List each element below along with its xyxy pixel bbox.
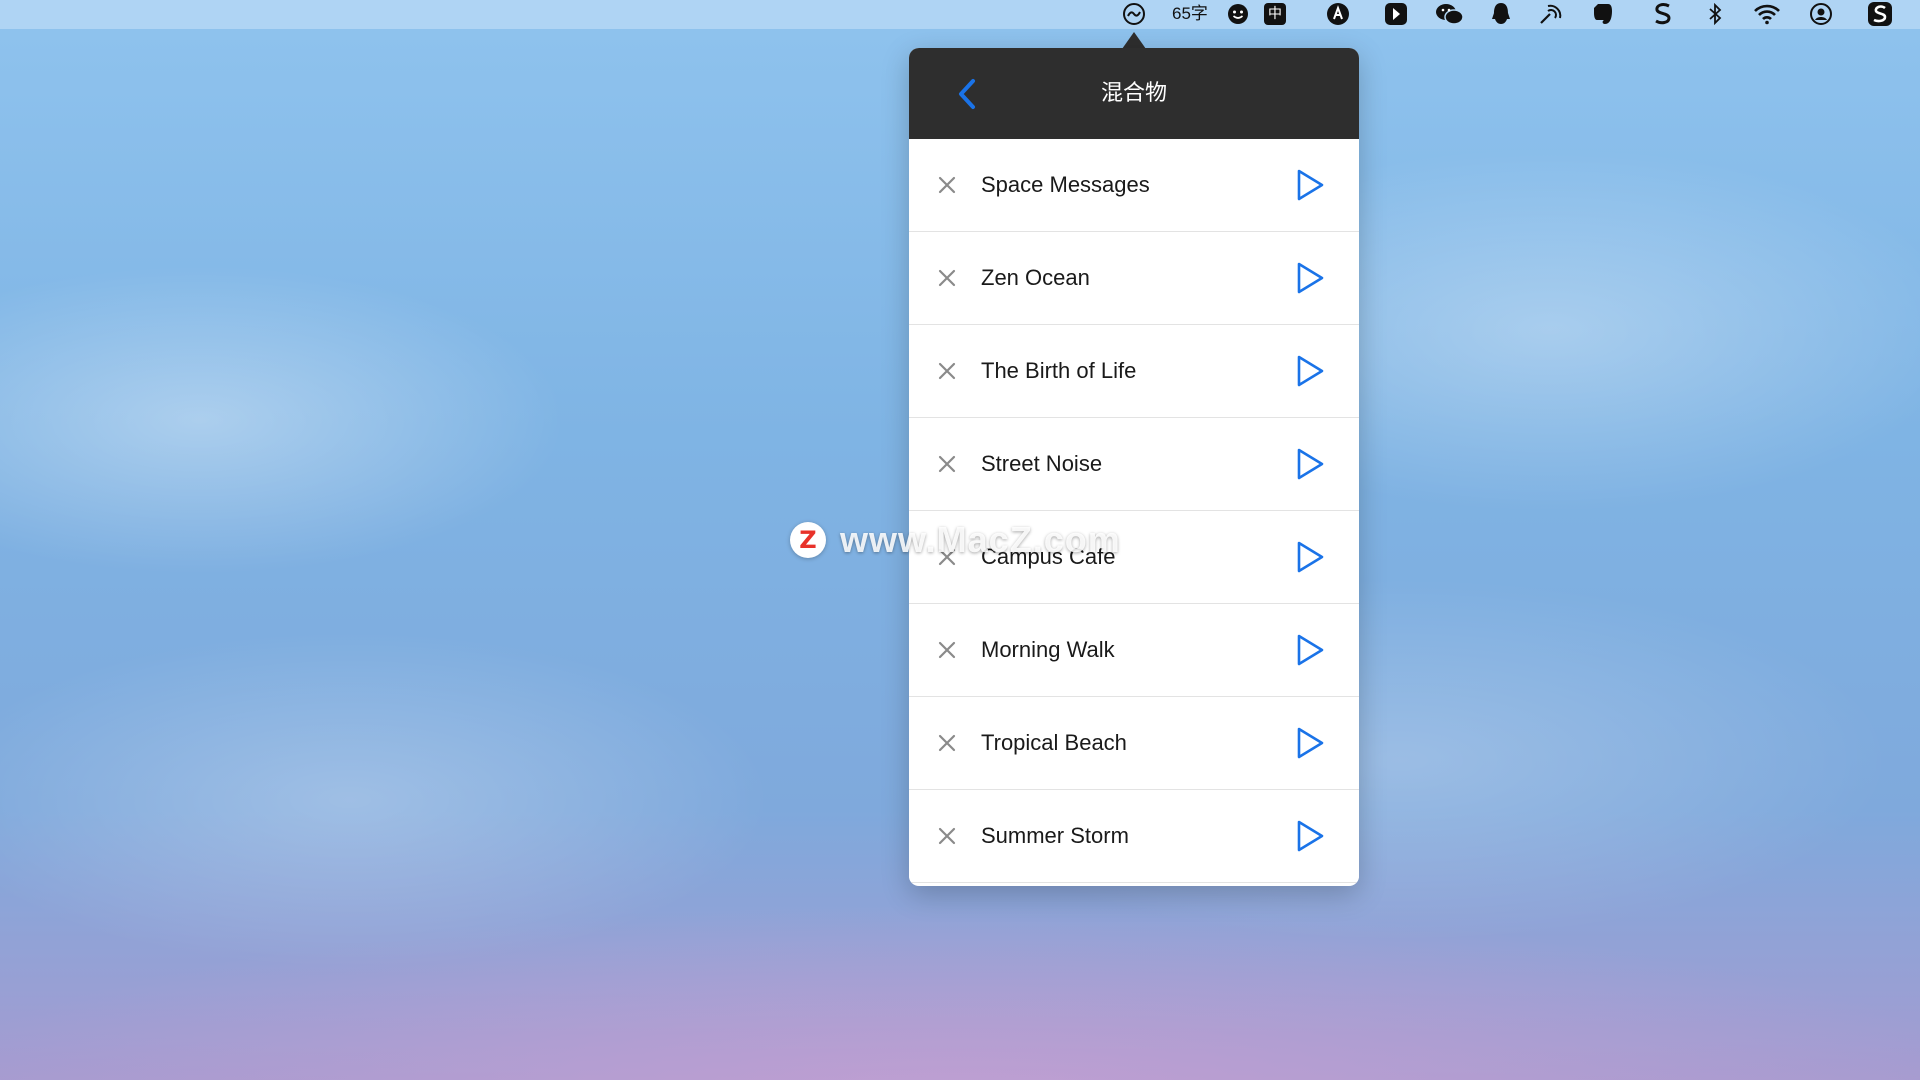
close-icon[interactable] <box>937 640 957 660</box>
mix-name: Street Noise <box>981 451 1103 476</box>
popover-header: 混合物 <box>909 48 1359 139</box>
qq-icon[interactable] <box>1488 2 1514 26</box>
mix-name: Space Messages <box>981 172 1150 197</box>
user-account-icon[interactable] <box>1808 2 1834 26</box>
smiley-icon[interactable] <box>1226 2 1250 26</box>
s-app-icon[interactable] <box>1866 2 1894 26</box>
mix-name: Zen Ocean <box>981 265 1090 290</box>
list-item[interactable]: Street Noise <box>909 418 1359 511</box>
mix-name: Morning Walk <box>981 637 1115 662</box>
play-icon[interactable] <box>1294 168 1326 202</box>
mix-name: Tropical Beach <box>981 730 1127 755</box>
popover-arrow <box>1122 32 1146 49</box>
scrivener-icon[interactable] <box>1651 2 1675 26</box>
list-item[interactable]: The Birth of Life <box>909 325 1359 418</box>
broadcast-icon[interactable] <box>1537 2 1565 26</box>
bluetooth-icon[interactable] <box>1705 2 1725 26</box>
word-count-indicator[interactable]: 65字 <box>1172 3 1208 25</box>
play-icon[interactable] <box>1294 540 1326 574</box>
play-icon[interactable] <box>1294 726 1326 760</box>
list-item[interactable]: Morning Walk <box>909 604 1359 697</box>
close-icon[interactable] <box>937 454 957 474</box>
arrow-app-icon[interactable] <box>1383 2 1409 26</box>
close-icon[interactable] <box>937 175 957 195</box>
menu-bar: 65字 中 <box>0 0 1920 29</box>
mixes-popover: 混合物 Space Messages Zen Ocean The Birth o… <box>909 48 1359 886</box>
close-icon[interactable] <box>937 361 957 381</box>
input-method-indicator[interactable]: 中 <box>1264 3 1286 25</box>
list-item[interactable]: Zen Ocean <box>909 232 1359 325</box>
play-icon[interactable] <box>1294 354 1326 388</box>
evernote-icon[interactable] <box>1589 2 1617 26</box>
wechat-icon[interactable] <box>1434 2 1466 26</box>
mix-name: Summer Storm <box>981 823 1129 848</box>
list-item[interactable]: Space Messages <box>909 139 1359 232</box>
play-icon[interactable] <box>1294 261 1326 295</box>
close-icon[interactable] <box>937 826 957 846</box>
play-icon[interactable] <box>1294 447 1326 481</box>
mix-name: Campus Cafe <box>981 544 1116 569</box>
mix-list: Space Messages Zen Ocean The Birth of Li… <box>909 139 1359 883</box>
wifi-icon[interactable] <box>1752 2 1782 26</box>
play-icon[interactable] <box>1294 819 1326 853</box>
bitwarden-icon[interactable] <box>1325 2 1351 26</box>
list-item[interactable]: Tropical Beach <box>909 697 1359 790</box>
close-icon[interactable] <box>937 733 957 753</box>
close-icon[interactable] <box>937 547 957 567</box>
popover-title: 混合物 <box>1100 81 1167 106</box>
play-icon[interactable] <box>1294 633 1326 667</box>
mix-name: The Birth of Life <box>981 358 1137 383</box>
close-icon[interactable] <box>937 268 957 288</box>
list-item[interactable]: Summer Storm <box>909 790 1359 883</box>
mixing-app-icon[interactable] <box>1120 2 1148 26</box>
list-item[interactable]: Campus Cafe <box>909 511 1359 604</box>
